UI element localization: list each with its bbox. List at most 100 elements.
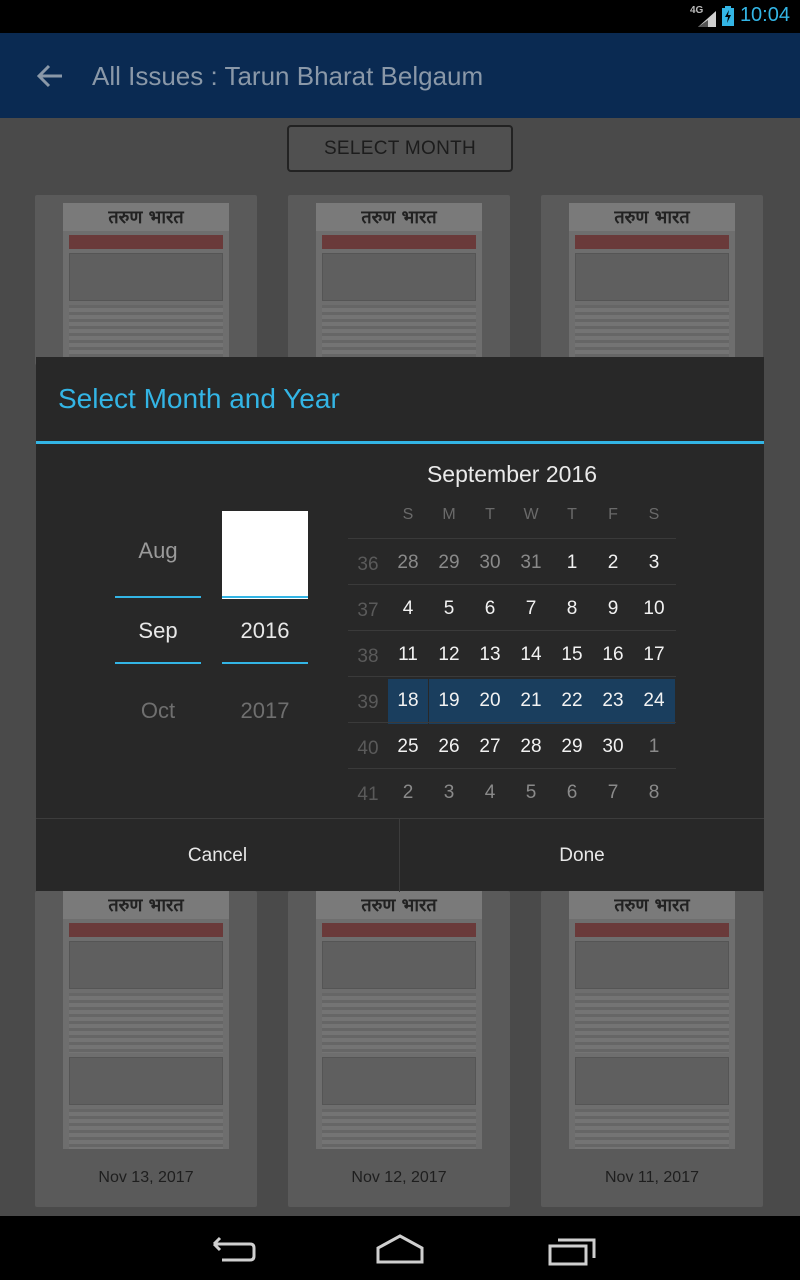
week-number: 36	[357, 554, 379, 575]
weekday-header: T	[567, 506, 577, 523]
calendar-day[interactable]: 3	[429, 770, 469, 816]
calendar-day[interactable]: 29	[552, 724, 592, 770]
navigation-bar	[0, 1216, 800, 1280]
calendar-day[interactable]: 12	[429, 632, 469, 678]
month-picker[interactable]: Aug Sep Oct	[115, 357, 201, 757]
issue-thumbnail[interactable]: तरुण भारत Nov 11, 2017	[541, 891, 763, 1207]
weekday-header: F	[608, 506, 618, 523]
week-number: 40	[357, 738, 379, 759]
masthead: तरुण भारत	[316, 203, 482, 231]
calendar-day[interactable]: 19	[429, 678, 469, 724]
calendar-day[interactable]: 21	[511, 678, 551, 724]
calendar-day[interactable]: 18	[388, 678, 428, 724]
week-number: 39	[357, 692, 379, 713]
calendar-day[interactable]: 7	[593, 770, 633, 816]
weekday-header: S	[648, 506, 660, 523]
calendar-day[interactable]: 11	[388, 632, 428, 678]
year-prev[interactable]	[222, 511, 308, 599]
recents-nav-icon[interactable]	[542, 1230, 602, 1270]
calendar-day[interactable]: 2	[388, 770, 428, 816]
signal-icon: 4G	[690, 5, 716, 27]
calendar-day[interactable]: 3	[634, 540, 674, 586]
masthead: तरुण भारत	[569, 891, 735, 919]
issue-thumbnail[interactable]: तरुण भारत	[541, 195, 763, 365]
week-number: 37	[357, 600, 379, 621]
month-year-dialog: Select Month and Year Aug Sep Oct 2016 2…	[36, 357, 764, 892]
calendar-row-separator	[348, 630, 676, 631]
issue-date: Nov 12, 2017	[351, 1169, 447, 1186]
weekday-header: M	[442, 506, 456, 523]
year-picker-top-line	[222, 596, 308, 598]
calendar-day[interactable]: 30	[470, 540, 510, 586]
issue-thumbnail[interactable]: तरुण भारत	[288, 195, 510, 365]
back-arrow-icon[interactable]	[34, 61, 66, 91]
calendar-day[interactable]: 4	[470, 770, 510, 816]
year-picker[interactable]: 2016 2017	[222, 357, 308, 757]
back-nav-icon[interactable]	[200, 1230, 260, 1270]
calendar-day[interactable]: 8	[552, 586, 592, 632]
calendar-day[interactable]: 28	[388, 540, 428, 586]
calendar-day[interactable]: 6	[552, 770, 592, 816]
masthead: तरुण भारत	[316, 891, 482, 919]
done-button[interactable]: Done	[400, 819, 764, 892]
month-picker-top-line	[115, 596, 201, 598]
calendar-row-separator	[348, 676, 676, 677]
year-next[interactable]: 2017	[222, 691, 308, 731]
weekday-header: S	[402, 506, 414, 523]
issue-date: Nov 13, 2017	[98, 1169, 194, 1186]
calendar-month-label: September 2016	[426, 461, 598, 487]
month-next[interactable]: Oct	[115, 691, 201, 731]
calendar-day[interactable]: 9	[593, 586, 633, 632]
issue-thumbnail[interactable]: तरुण भारत Nov 13, 2017	[35, 891, 257, 1207]
calendar-day[interactable]: 10	[634, 586, 674, 632]
year-selected[interactable]: 2016	[222, 611, 308, 651]
week-number: 38	[357, 646, 379, 667]
calendar-day[interactable]: 23	[593, 678, 633, 724]
issue-thumbnail[interactable]: तरुण भारत Nov 12, 2017	[288, 891, 510, 1207]
calendar-day[interactable]: 27	[470, 724, 510, 770]
issue-thumbnail[interactable]: तरुण भारत	[35, 195, 257, 365]
page-title: All Issues : Tarun Bharat Belgaum	[92, 61, 484, 91]
calendar-day[interactable]: 4	[388, 586, 428, 632]
calendar-day[interactable]: 25	[388, 724, 428, 770]
calendar-day[interactable]: 24	[634, 678, 674, 724]
calendar-day[interactable]: 1	[552, 540, 592, 586]
calendar-day[interactable]: 16	[593, 632, 633, 678]
year-picker-bottom-line	[222, 662, 308, 664]
calendar-day[interactable]: 31	[511, 540, 551, 586]
month-selected[interactable]: Sep	[115, 611, 201, 651]
calendar-day[interactable]: 29	[429, 540, 469, 586]
calendar-day[interactable]: 20	[470, 678, 510, 724]
dialog-button-bar: Cancel Done	[36, 818, 764, 892]
calendar-day[interactable]: 15	[552, 632, 592, 678]
cancel-button[interactable]: Cancel	[36, 819, 399, 892]
status-bar: 4G 10:04	[0, 0, 800, 33]
home-nav-icon[interactable]	[370, 1230, 430, 1270]
battery-charging-icon	[721, 5, 734, 26]
calendar-day[interactable]: 13	[470, 632, 510, 678]
calendar-row-separator	[348, 584, 676, 585]
calendar-day[interactable]: 8	[634, 770, 674, 816]
calendar-day[interactable]: 6	[470, 586, 510, 632]
calendar-day[interactable]: 5	[511, 770, 551, 816]
calendar-day[interactable]: 22	[552, 678, 592, 724]
calendar-day[interactable]: 30	[593, 724, 633, 770]
calendar-day[interactable]: 1	[634, 724, 674, 770]
calendar-day[interactable]: 7	[511, 586, 551, 632]
masthead: तरुण भारत	[63, 891, 229, 919]
month-prev[interactable]: Aug	[115, 531, 201, 571]
select-month-button[interactable]: SELECT MONTH	[287, 125, 513, 172]
issue-date: Nov 11, 2017	[605, 1169, 699, 1186]
calendar-row-separator	[348, 722, 676, 723]
calendar-day[interactable]: 28	[511, 724, 551, 770]
calendar-row-separator	[348, 768, 676, 769]
week-number: 41	[357, 784, 379, 805]
calendar-day[interactable]: 14	[511, 632, 551, 678]
calendar-day[interactable]: 26	[429, 724, 469, 770]
masthead: तरुण भारत	[569, 203, 735, 231]
calendar-row-separator	[348, 538, 676, 539]
calendar-day[interactable]: 2	[593, 540, 633, 586]
weekday-header: W	[523, 506, 539, 523]
calendar-day[interactable]: 5	[429, 586, 469, 632]
calendar-day[interactable]: 17	[634, 632, 674, 678]
